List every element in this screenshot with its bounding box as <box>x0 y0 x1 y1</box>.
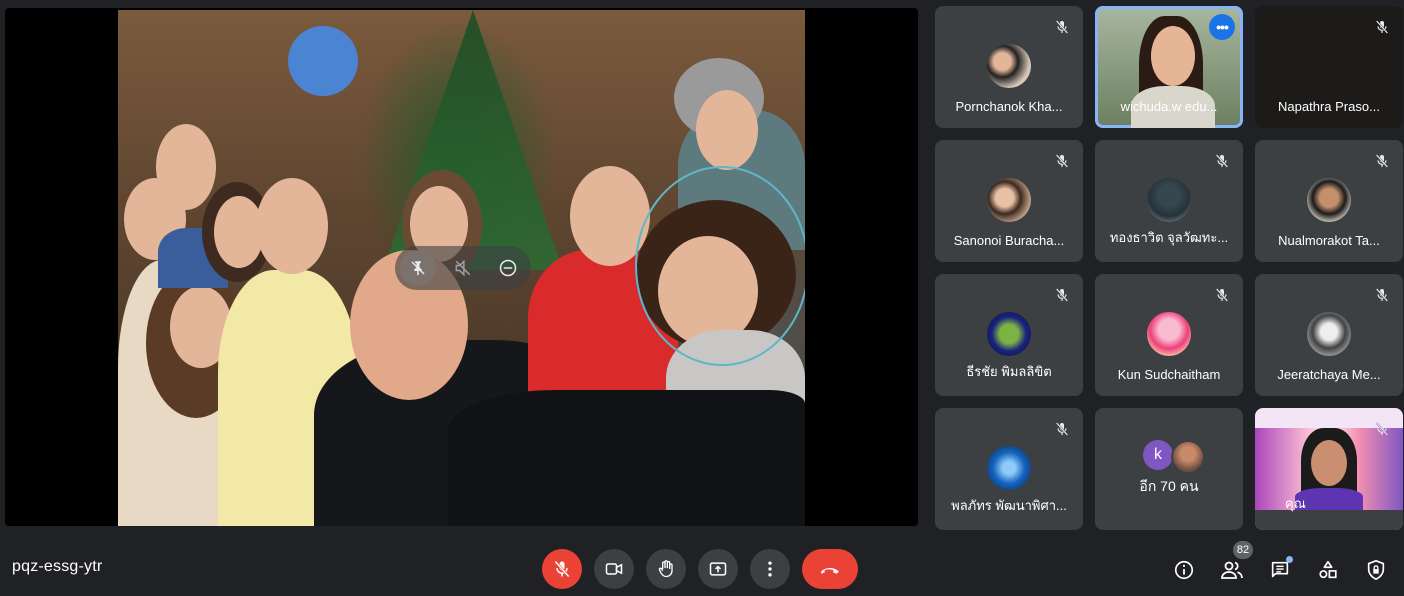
present-now-button[interactable] <box>698 549 738 589</box>
raise-hand-icon <box>656 559 676 579</box>
speaking-indicator-ring <box>635 166 805 366</box>
volume-off-icon[interactable] <box>445 250 481 286</box>
camera-toggle-button[interactable] <box>594 549 634 589</box>
main-video[interactable] <box>5 8 918 526</box>
avatar <box>987 178 1031 222</box>
participant-tile[interactable]: ทองธาวิต จุลวัฒทะ... <box>1095 140 1243 262</box>
host-controls-icon <box>1365 559 1387 581</box>
others-tile[interactable]: k อีก 70 คน <box>1095 408 1243 530</box>
mic-off-icon <box>1049 14 1075 40</box>
present-screen-icon <box>708 559 728 579</box>
participant-video <box>1151 26 1195 86</box>
presenter-hover-controls <box>395 246 531 290</box>
people-icon <box>1220 558 1244 582</box>
participant-name: พลภัทร พัฒนาพิศา... <box>951 498 1067 513</box>
chat-unread-dot <box>1286 556 1293 563</box>
more-vert-icon <box>760 559 780 579</box>
more-options-button[interactable]: ••• <box>1209 14 1235 40</box>
main-video-feed <box>118 10 805 526</box>
avatar <box>987 446 1031 490</box>
activities-button[interactable] <box>1310 552 1346 588</box>
participant-tile[interactable]: Kun Sudchaitham <box>1095 274 1243 396</box>
participant-name: wichuda.w edu... <box>1120 99 1218 114</box>
self-tile[interactable]: คุณ <box>1255 408 1403 530</box>
participant-tile[interactable]: Nualmorakot Ta... <box>1255 140 1403 262</box>
participant-name: Sanonoi Buracha... <box>953 233 1065 248</box>
others-avatars: k <box>1143 440 1205 474</box>
mic-off-icon <box>1369 282 1395 308</box>
participant-name: Jeeratchaya Me... <box>1277 367 1381 382</box>
videocam-icon <box>604 559 624 579</box>
mic-off-icon <box>1209 282 1235 308</box>
avatar-letter: k <box>1143 440 1173 470</box>
mic-off-icon <box>1369 14 1395 40</box>
person-shape <box>256 178 328 274</box>
participant-tile[interactable]: พลภัทร พัฒนาพิศา... <box>935 408 1083 530</box>
avatar <box>1307 312 1351 356</box>
leave-call-button[interactable] <box>802 549 858 589</box>
participant-tile[interactable]: ธีรชัย พิมลลิขิต <box>935 274 1083 396</box>
person-shape <box>156 124 216 210</box>
participant-name: คุณ <box>1285 496 1306 511</box>
raise-hand-button[interactable] <box>646 549 686 589</box>
participant-tile-active-speaker[interactable]: ••• wichuda.w edu... <box>1095 6 1243 128</box>
mic-off-icon <box>552 559 572 579</box>
mic-toggle-button[interactable] <box>542 549 582 589</box>
mic-off-icon <box>1049 416 1075 442</box>
participant-name: ธีรชัย พิมลลิขิต <box>966 364 1052 379</box>
avatar <box>1171 440 1205 474</box>
participant-tile[interactable]: Jeeratchaya Me... <box>1255 274 1403 396</box>
mic-off-icon <box>1369 148 1395 174</box>
participant-tile[interactable]: Sanonoi Buracha... <box>935 140 1083 262</box>
meeting-code: pqz-essg-ytr <box>12 558 103 575</box>
blue-dot <box>288 26 358 96</box>
self-video <box>1311 440 1347 486</box>
avatar <box>1147 312 1191 356</box>
others-count-label: อีก 70 คน <box>1139 478 1199 494</box>
call-end-icon <box>818 557 842 581</box>
remove-icon[interactable] <box>490 250 526 286</box>
participant-tile[interactable]: Pornchanok Kha... <box>935 6 1083 128</box>
person-shape <box>448 390 805 526</box>
mic-off-icon <box>1049 148 1075 174</box>
more-options-button[interactable] <box>750 549 790 589</box>
pin-icon[interactable] <box>399 250 436 286</box>
participant-name: Kun Sudchaitham <box>1117 367 1221 382</box>
host-controls-button[interactable] <box>1358 552 1394 588</box>
participant-count-badge: 82 <box>1233 541 1253 559</box>
participant-name: ทองธาวิต จุลวัฒทะ... <box>1109 230 1229 245</box>
mic-off-icon <box>1209 148 1235 174</box>
participant-name: Nualmorakot Ta... <box>1278 233 1380 248</box>
mic-off-icon <box>1049 282 1075 308</box>
avatar <box>1147 178 1191 222</box>
avatar <box>1307 178 1351 222</box>
avatar <box>987 312 1031 356</box>
person-shape <box>696 90 758 170</box>
info-icon <box>1173 559 1195 581</box>
avatar <box>987 44 1031 88</box>
participant-tile[interactable]: Napathra Praso... <box>1255 6 1403 128</box>
meeting-details-button[interactable] <box>1166 552 1202 588</box>
activities-icon <box>1317 559 1339 581</box>
participant-name: Napathra Praso... <box>1278 99 1380 114</box>
participant-name: Pornchanok Kha... <box>955 99 1063 114</box>
mic-off-icon <box>1369 416 1395 442</box>
